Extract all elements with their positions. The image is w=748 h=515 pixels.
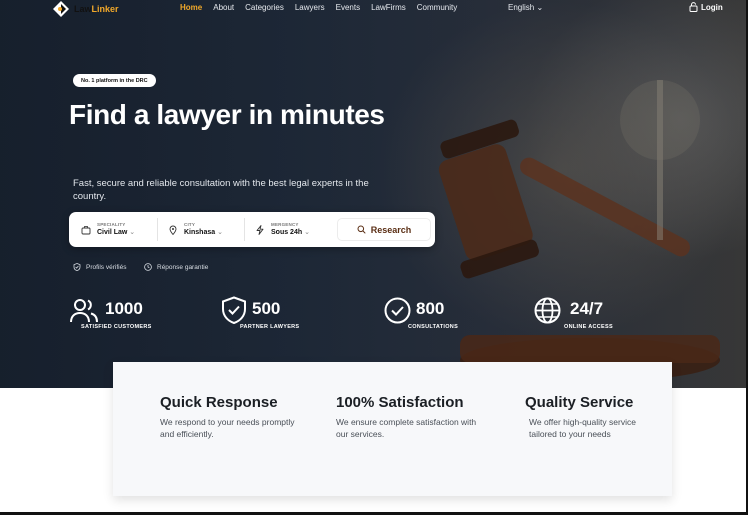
window-frame [0,0,748,515]
